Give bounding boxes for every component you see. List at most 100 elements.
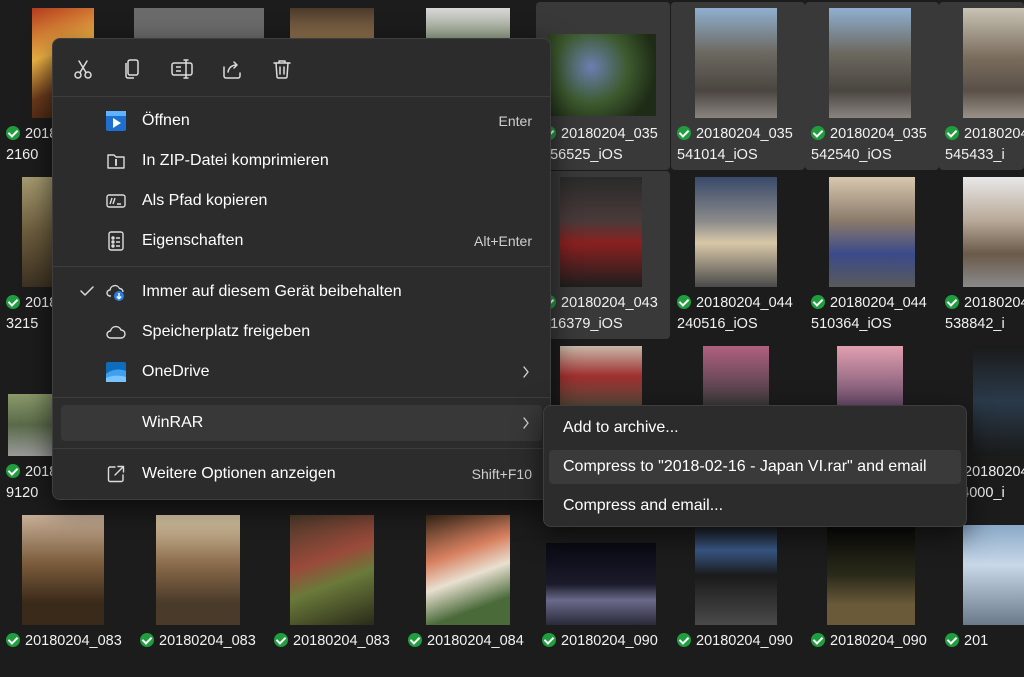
menu-item-winrar[interactable]: WinRAR bbox=[61, 405, 542, 441]
file-name: 2018 9120 bbox=[6, 464, 58, 501]
cloud-download-icon bbox=[106, 282, 126, 302]
file-tile[interactable]: 20180204_035 541014_iOS bbox=[671, 2, 805, 170]
sync-check-icon bbox=[945, 295, 959, 309]
photo-thumbnail bbox=[829, 8, 911, 118]
file-name: 20180204_044 510364_iOS bbox=[811, 295, 927, 332]
sync-check-icon bbox=[6, 126, 20, 140]
menu-item-label: Add to archive... bbox=[563, 419, 679, 436]
photo-thumbnail bbox=[837, 346, 903, 406]
shortcut-label: Enter bbox=[498, 113, 532, 129]
cloud-icon bbox=[106, 322, 126, 342]
file-name: 2018 3215 bbox=[6, 295, 58, 332]
open-icon bbox=[106, 111, 126, 131]
shortcut-label: Shift+F10 bbox=[471, 466, 532, 482]
menu-item-label: Öffnen bbox=[142, 112, 190, 129]
more-options-icon bbox=[106, 464, 126, 484]
rename-icon[interactable] bbox=[170, 57, 194, 81]
chevron-right-icon bbox=[522, 364, 530, 380]
share-icon[interactable] bbox=[220, 57, 244, 81]
photo-thumbnail bbox=[695, 8, 777, 118]
file-tile[interactable]: 201 bbox=[939, 509, 1024, 677]
properties-icon bbox=[106, 231, 126, 251]
menu-item-add-to-archive[interactable]: Add to archive... bbox=[549, 411, 961, 445]
file-name: 20180204_083 bbox=[6, 631, 122, 652]
menu-item-compress-zip[interactable]: In ZIP-Datei komprimieren bbox=[61, 143, 542, 179]
sync-check-icon bbox=[677, 295, 691, 309]
file-tile[interactable]: 20180204_090 bbox=[805, 509, 939, 677]
menu-item-compress-to-rar-and-email[interactable]: Compress to "2018-02-16 - Japan VI.rar" … bbox=[549, 450, 961, 484]
photo-thumbnail bbox=[827, 525, 915, 625]
menu-item-label: In ZIP-Datei komprimieren bbox=[142, 152, 329, 169]
file-name: 20180204_044 240516_iOS bbox=[677, 295, 793, 332]
copy-path-icon bbox=[106, 191, 126, 211]
file-tile[interactable]: 20180204_0545433_i bbox=[939, 2, 1024, 170]
photo-thumbnail bbox=[973, 346, 1024, 456]
photo-thumbnail bbox=[22, 515, 104, 625]
file-tile[interactable]: 20180204_043 616379_iOS bbox=[536, 171, 670, 339]
file-tile[interactable]: 20180204_084 bbox=[402, 509, 536, 677]
menu-item-properties[interactable]: Eigenschaften Alt+Enter bbox=[61, 223, 542, 259]
photo-thumbnail bbox=[156, 515, 240, 625]
file-tile[interactable]: 20180204_090 bbox=[671, 509, 805, 677]
menu-separator bbox=[53, 96, 550, 97]
file-tile[interactable]: 20180204_083 bbox=[0, 509, 134, 677]
cut-icon[interactable] bbox=[71, 57, 95, 81]
photo-thumbnail bbox=[963, 177, 1024, 287]
menu-item-copy-as-path[interactable]: Als Pfad kopieren bbox=[61, 183, 542, 219]
menu-item-show-more-options[interactable]: Weitere Optionen anzeigen Shift+F10 bbox=[61, 456, 542, 492]
menu-item-free-up-space[interactable]: Speicherplatz freigeben bbox=[61, 314, 542, 350]
photo-thumbnail bbox=[290, 515, 374, 625]
chevron-right-icon bbox=[522, 415, 530, 431]
file-tile[interactable]: 20180204_090 bbox=[536, 509, 670, 677]
photo-thumbnail bbox=[560, 346, 642, 406]
shortcut-label: Alt+Enter bbox=[474, 233, 532, 249]
photo-thumbnail bbox=[426, 515, 510, 625]
delete-icon[interactable] bbox=[270, 57, 294, 81]
sync-check-icon bbox=[811, 295, 825, 309]
file-tile[interactable]: 20180204_044 240516_iOS bbox=[671, 171, 805, 339]
menu-item-label: Weitere Optionen anzeigen bbox=[142, 465, 336, 482]
menu-item-onedrive[interactable]: OneDrive bbox=[61, 354, 542, 390]
file-name: 2018 2160 bbox=[6, 126, 58, 163]
menu-item-label: Eigenschaften bbox=[142, 232, 244, 249]
file-name: 20180204_083 bbox=[274, 631, 390, 652]
file-tile[interactable]: 20180204_083 bbox=[134, 509, 268, 677]
menu-item-open[interactable]: Öffnen Enter bbox=[61, 103, 542, 139]
photo-thumbnail bbox=[963, 8, 1024, 118]
file-tile[interactable]: 20180204_035 456525_iOS bbox=[536, 2, 670, 170]
menu-item-always-keep-on-device[interactable]: Immer auf diesem Gerät beibehalten bbox=[61, 274, 542, 310]
file-tile[interactable]: 20180204_083 bbox=[268, 509, 402, 677]
menu-item-label: Als Pfad kopieren bbox=[142, 192, 268, 209]
sync-check-icon bbox=[677, 126, 691, 140]
file-name: 20180204_0545433_i bbox=[945, 126, 1024, 163]
menu-item-compress-and-email[interactable]: Compress and email... bbox=[549, 489, 961, 523]
menu-separator bbox=[53, 448, 550, 449]
photo-thumbnail bbox=[703, 346, 769, 406]
copy-icon[interactable] bbox=[120, 57, 144, 81]
sync-check-icon bbox=[6, 295, 20, 309]
checkmark-icon bbox=[79, 283, 95, 299]
file-name: 20180204_084 bbox=[408, 631, 524, 652]
file-tile[interactable]: 20180204_035 542540_iOS bbox=[805, 2, 939, 170]
zip-folder-icon bbox=[106, 151, 126, 171]
onedrive-icon bbox=[106, 362, 126, 382]
photo-thumbnail bbox=[695, 525, 777, 625]
photo-thumbnail bbox=[829, 177, 915, 287]
photo-thumbnail bbox=[560, 177, 642, 287]
file-name: 20180204_0538842_i bbox=[945, 295, 1024, 332]
file-name: 20180204_090 bbox=[677, 631, 793, 652]
menu-item-label: Compress and email... bbox=[563, 497, 724, 514]
file-name: 20180204_083 bbox=[140, 631, 256, 652]
file-tile[interactable]: 20180204_0538842_i bbox=[939, 171, 1024, 339]
file-name: 20180204_090 bbox=[811, 631, 927, 652]
winrar-submenu: Add to archive... Compress to "2018-02-1… bbox=[543, 405, 967, 527]
file-name: 20180204_090 bbox=[542, 631, 658, 652]
photo-thumbnail bbox=[963, 525, 1024, 625]
photo-thumbnail bbox=[695, 177, 777, 287]
photo-thumbnail bbox=[548, 34, 656, 116]
sync-check-icon bbox=[6, 464, 20, 478]
sync-check-icon bbox=[811, 126, 825, 140]
file-name: 20180204_035 541014_iOS bbox=[677, 126, 793, 163]
context-menu: Öffnen Enter In ZIP-Datei komprimieren A… bbox=[52, 38, 551, 500]
file-tile[interactable]: 20180204_044 510364_iOS bbox=[805, 171, 939, 339]
